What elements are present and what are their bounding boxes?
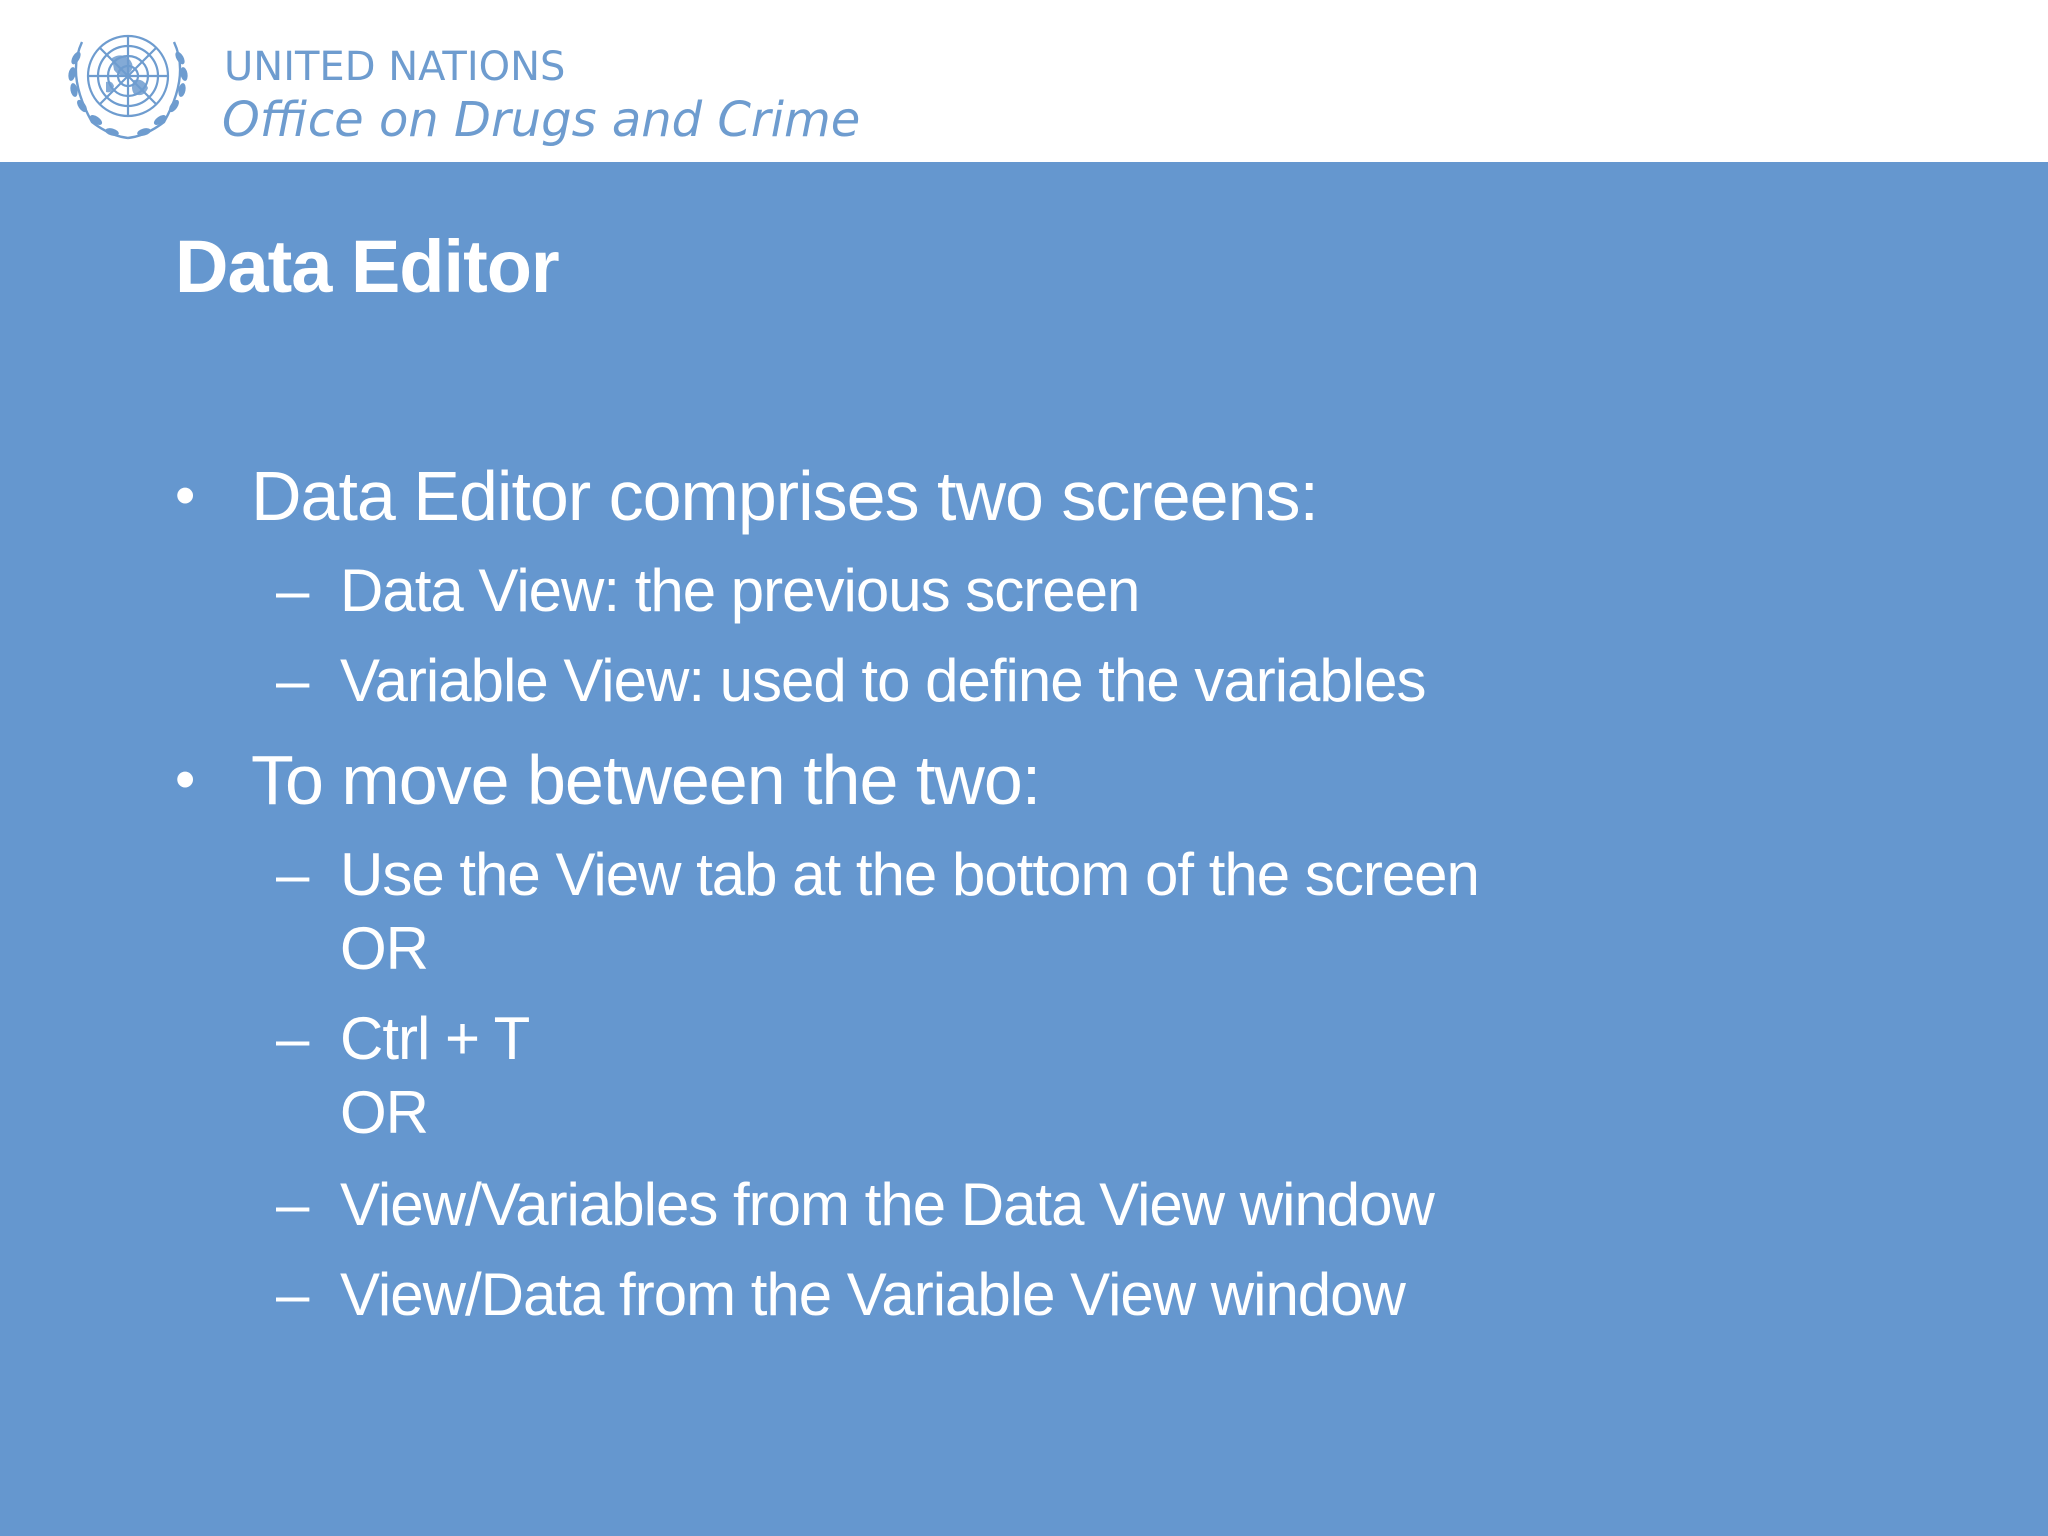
sub-marker: – <box>276 1005 309 1072</box>
header-bar: UNITED NATIONS Office on Drugs and Crime <box>0 0 2048 162</box>
slide-title: Data Editor <box>175 225 560 308</box>
sub-marker: – <box>276 841 309 908</box>
bullet-text: Data Editor comprises two screens: <box>251 457 1319 535</box>
sub-marker: – <box>276 647 309 714</box>
org-name-line2: Office on Drugs and Crime <box>222 92 861 148</box>
sub-text: Use the View tab at the bottom of the sc… <box>340 841 1480 908</box>
bullet-text: To move between the two: <box>251 741 1041 819</box>
slide: UNITED NATIONS Office on Drugs and Crime… <box>0 0 2048 1536</box>
sub-text-continuation: OR <box>340 915 429 982</box>
sub-text: Ctrl + T <box>340 1005 530 1072</box>
sub-marker: – <box>276 1171 309 1238</box>
sub-text: View/Data from the Variable View window <box>340 1261 1406 1328</box>
bullet-marker: • <box>175 747 195 812</box>
bullet-marker: • <box>175 463 195 528</box>
un-emblem-icon <box>68 34 188 140</box>
sub-marker: – <box>276 557 309 624</box>
sub-text: Data View: the previous screen <box>340 557 1140 624</box>
sub-text-continuation: OR <box>340 1079 429 1146</box>
sub-text: Variable View: used to define the variab… <box>340 647 1426 714</box>
sub-text: View/Variables from the Data View window <box>340 1171 1435 1238</box>
sub-marker: – <box>276 1261 309 1328</box>
org-name-line1: UNITED NATIONS <box>224 44 566 90</box>
